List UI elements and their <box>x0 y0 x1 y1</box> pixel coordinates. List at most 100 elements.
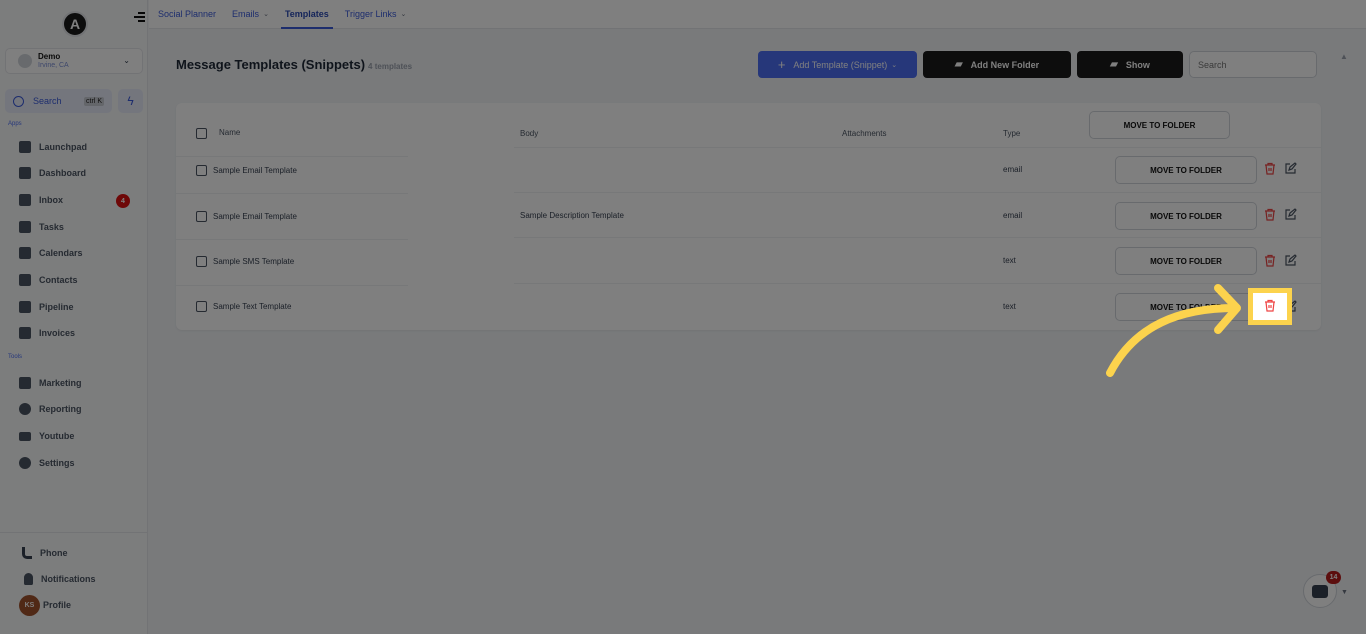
tab-templates[interactable]: Templates <box>280 0 333 29</box>
nav-label: Settings <box>39 458 75 468</box>
top-navigation: Social Planner Emails ⌄ Templates Trigger… <box>149 0 1366 29</box>
sidebar-item-notifications[interactable]: Notifications <box>24 572 96 586</box>
apps-section-label: Apps <box>8 121 22 127</box>
sidebar-item-launchpad[interactable]: Launchpad <box>19 140 87 154</box>
sidebar-item-settings[interactable]: Settings <box>19 456 75 470</box>
add-template-button[interactable]: + Add Template (Snippet) ⌄ <box>758 51 917 78</box>
tab-trigger-links[interactable]: Trigger Links ⌄ <box>345 0 407 29</box>
show-label: Show <box>1125 59 1150 70</box>
sidebar-item-marketing[interactable]: Marketing <box>19 376 82 390</box>
tab-label: Social Planner <box>158 9 217 19</box>
sidebar-item-inbox[interactable]: Inbox <box>19 193 63 207</box>
tab-social-planner[interactable]: Social Planner <box>158 0 216 29</box>
sidebar-item-phone[interactable]: Phone <box>22 546 68 560</box>
sidebar-search[interactable]: Search ctrl K <box>5 89 112 113</box>
megaphone-icon <box>19 377 31 389</box>
bulk-move-to-folder-button[interactable]: MOVE TO FOLDER <box>1089 111 1230 139</box>
row-checkbox[interactable] <box>196 165 207 176</box>
template-count: 4 templates <box>368 62 413 71</box>
column-header-type: Type <box>1003 129 1021 138</box>
tab-emails[interactable]: Emails ⌄ <box>232 0 269 29</box>
sidebar-item-dashboard[interactable]: Dashboard <box>19 166 86 180</box>
column-header-body: Body <box>520 129 539 138</box>
bell-icon <box>24 573 33 585</box>
clipboard-icon <box>19 221 31 233</box>
rocket-icon <box>19 141 31 153</box>
sidebar-item-profile[interactable]: Profile <box>43 598 71 612</box>
invoice-icon <box>19 327 31 339</box>
row-checkbox[interactable] <box>196 256 207 267</box>
inbox-badge: 4 <box>116 194 130 208</box>
row-divider <box>176 156 408 157</box>
sidebar-item-tasks[interactable]: Tasks <box>19 220 64 234</box>
chat-icon <box>1312 584 1328 598</box>
nav-label: Inbox <box>39 195 63 205</box>
edit-icon[interactable] <box>1284 254 1297 267</box>
quick-actions-button[interactable]: ϟ <box>118 89 143 113</box>
profile-avatar[interactable]: KS <box>19 595 40 616</box>
nav-label: Pipeline <box>39 302 74 312</box>
column-header-name[interactable]: Name <box>219 128 240 137</box>
nav-label: Dashboard <box>39 168 87 178</box>
column-header-attachments: Attachments <box>842 129 887 138</box>
show-folders-button[interactable]: ▰ Show <box>1077 51 1183 78</box>
template-type: email <box>1003 211 1023 220</box>
edit-icon[interactable] <box>1284 162 1297 175</box>
move-to-folder-button[interactable]: MOVE TO FOLDER <box>1115 202 1257 230</box>
sidebar-item-calendars[interactable]: Calendars <box>19 246 83 260</box>
template-name[interactable]: Sample Text Template <box>213 302 291 311</box>
sidebar-item-invoices[interactable]: Invoices <box>19 326 75 340</box>
template-name[interactable]: Sample Email Template <box>213 166 297 175</box>
templates-table: Name Body Attachments Type MOVE TO FOLDE… <box>176 103 1321 330</box>
tab-label: Templates <box>284 9 329 19</box>
trash-icon[interactable] <box>1264 299 1276 312</box>
funnel-icon <box>19 301 31 313</box>
nav-label: Notifications <box>41 574 96 584</box>
trash-icon[interactable] <box>1264 162 1276 175</box>
folder-open-icon: ▰ <box>1110 59 1118 70</box>
nav-label: Invoices <box>39 328 76 338</box>
caret-down-icon: ▼ <box>1341 589 1348 596</box>
template-name[interactable]: Sample Email Template <box>213 212 297 221</box>
youtube-icon <box>19 431 31 441</box>
row-divider <box>176 285 408 286</box>
gear-icon <box>19 457 31 469</box>
template-body: Sample Description Template <box>520 211 624 220</box>
sidebar-item-youtube[interactable]: Youtube <box>19 429 74 443</box>
account-location: Irvine, CA <box>38 62 69 69</box>
nav-label: Tasks <box>39 222 64 232</box>
person-icon <box>19 274 31 286</box>
sidebar-item-pipeline[interactable]: Pipeline <box>19 300 74 314</box>
chevron-down-icon: ⌄ <box>123 56 130 65</box>
template-search-input[interactable] <box>1189 51 1317 78</box>
row-divider <box>514 283 1321 284</box>
sidebar-item-reporting[interactable]: Reporting <box>19 402 82 416</box>
scroll-up-arrow[interactable]: ▲ <box>1340 52 1348 61</box>
app-logo[interactable]: A <box>62 11 88 37</box>
edit-icon[interactable] <box>1284 208 1297 221</box>
grid-icon <box>19 167 31 179</box>
account-switcher[interactable]: Demo Irvine, CA ⌄ <box>5 48 143 74</box>
add-new-folder-button[interactable]: ▰ Add New Folder <box>923 51 1071 78</box>
collapse-sidebar-icon[interactable] <box>134 12 146 24</box>
nav-label: Calendars <box>39 248 83 258</box>
move-to-folder-button[interactable]: MOVE TO FOLDER <box>1115 156 1257 184</box>
plus-icon: + <box>777 57 786 72</box>
row-checkbox[interactable] <box>196 301 207 312</box>
move-to-folder-button[interactable]: MOVE TO FOLDER <box>1115 247 1257 275</box>
trash-icon[interactable] <box>1264 254 1276 267</box>
row-checkbox[interactable] <box>196 211 207 222</box>
template-type: text <box>1003 256 1016 265</box>
sidebar: A Demo Irvine, CA ⌄ Search ctrl K ϟ Apps… <box>0 0 148 634</box>
move-to-folder-button[interactable]: MOVE TO FOLDER <box>1115 293 1257 321</box>
select-all-checkbox[interactable] <box>196 128 207 139</box>
page-title-text: Message Templates (Snippets) <box>176 57 366 72</box>
pie-chart-icon <box>19 403 31 415</box>
calendar-icon <box>19 247 31 259</box>
template-name[interactable]: Sample SMS Template <box>213 257 294 266</box>
bolt-icon: ϟ <box>127 94 134 108</box>
account-name: Demo <box>38 52 61 61</box>
sidebar-item-contacts[interactable]: Contacts <box>19 273 78 287</box>
row-divider <box>176 193 408 194</box>
trash-icon[interactable] <box>1264 208 1276 221</box>
